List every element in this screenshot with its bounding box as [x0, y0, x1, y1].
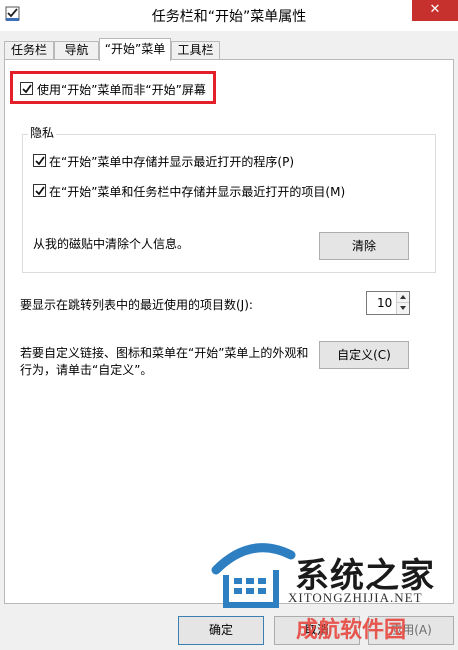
store-programs-checkbox[interactable]	[33, 154, 46, 167]
tab-bar: 任务栏 导航 “开始”菜单 工具栏	[4, 38, 454, 61]
start-screen-label: 使用“开始”菜单而非“开始”屏幕	[37, 83, 206, 97]
watermark-en: XITONGZHIJIA.NET	[288, 590, 423, 605]
close-button[interactable]: ✕	[412, 0, 458, 21]
watermark-red: 成航软件园	[296, 618, 407, 643]
customize-text-line2: 行为，请单击“自定义”。	[20, 363, 153, 377]
checkmark-icon	[35, 156, 45, 166]
checkmark-icon	[22, 84, 32, 94]
jump-list-count-stepper[interactable]: 10	[366, 291, 410, 315]
clear-info-text: 从我的磁贴中清除个人信息。	[33, 237, 190, 251]
ok-button[interactable]: 确定	[178, 616, 264, 645]
clear-button[interactable]: 清除	[319, 232, 409, 260]
tab-taskbar[interactable]: 任务栏	[4, 41, 54, 60]
jump-list-count-value[interactable]: 10	[377, 296, 392, 310]
tab-start-menu[interactable]: “开始”菜单	[99, 38, 171, 61]
spin-down-icon[interactable]	[397, 303, 409, 314]
spin-buttons	[396, 292, 409, 314]
window-title: 任务栏和“开始”菜单属性	[151, 9, 307, 25]
title-bar: 任务栏和“开始”菜单属性 ✕	[0, 0, 458, 31]
store-items-checkbox[interactable]	[33, 184, 46, 197]
tab-toolbars[interactable]: 工具栏	[171, 41, 220, 60]
store-programs-label: 在“开始”菜单中存储并显示最近打开的程序(P)	[49, 155, 295, 169]
start-screen-checkbox[interactable]	[20, 82, 33, 95]
privacy-title: 隐私	[28, 124, 57, 141]
spin-up-icon[interactable]	[397, 292, 409, 303]
tab-navigation[interactable]: 导航	[54, 41, 99, 60]
customize-button[interactable]: 自定义(C)	[319, 341, 409, 369]
house-logo-icon	[211, 543, 296, 608]
checkmark-icon	[35, 186, 45, 196]
customize-text-line1: 若要自定义链接、图标和菜单在“开始”菜单上的外观和	[20, 346, 309, 360]
jump-list-label: 要显示在跳转列表中的最近使用的项目数(J):	[20, 298, 253, 312]
store-items-label: 在“开始”菜单和任务栏中存储并显示最近打开的项目(M)	[49, 185, 346, 199]
